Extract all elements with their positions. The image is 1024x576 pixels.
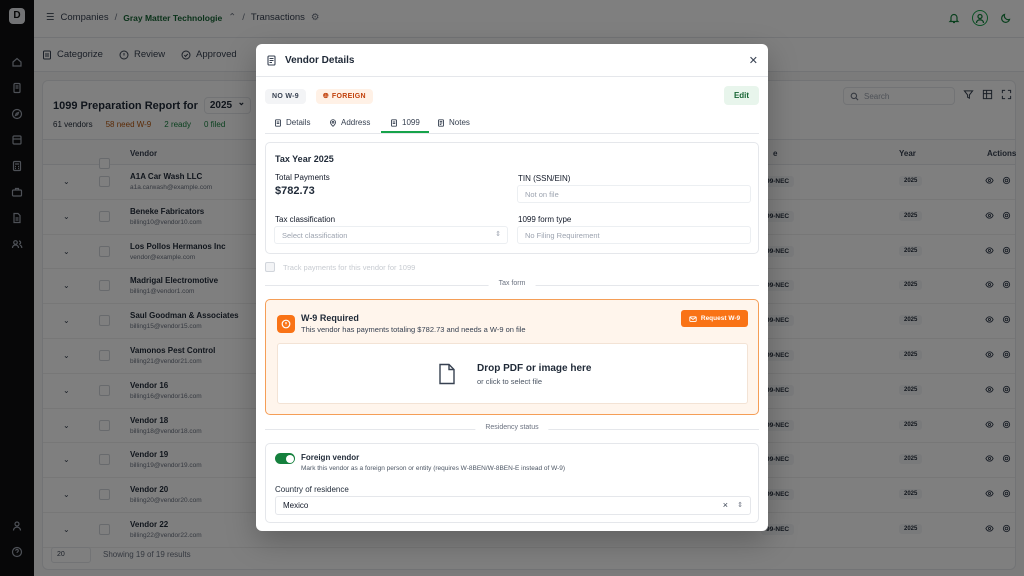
file-icon xyxy=(438,363,456,385)
modal-tabs: Details Address 1099 Notes xyxy=(265,114,759,134)
tab-1099-label: 1099 xyxy=(402,118,420,127)
form-type-field: No Filing Requirement xyxy=(517,226,751,244)
receipt-icon xyxy=(391,118,397,127)
foreign-badge-label: FOREIGN xyxy=(331,93,366,100)
tax-year-title: Tax Year 2025 xyxy=(275,154,334,164)
no-w9-badge: NO W-9 xyxy=(265,89,306,104)
track-payments-row: Track payments for this vendor for 1099 xyxy=(265,262,415,272)
residency-card: Foreign vendor Mark this vendor as a for… xyxy=(265,443,759,523)
modal-header: Vendor Details ✕ xyxy=(256,44,768,77)
track-payments-label: Track payments for this vendor for 1099 xyxy=(283,262,416,272)
edit-button[interactable]: Edit xyxy=(724,86,759,105)
file-dropzone[interactable]: Drop PDF or image here or click to selec… xyxy=(277,343,748,404)
document-icon xyxy=(266,55,277,66)
country-label: Country of residence xyxy=(275,485,349,494)
w9-title: W-9 Required xyxy=(301,313,359,323)
request-w9-button[interactable]: Request W-9 xyxy=(681,310,748,327)
file-icon xyxy=(275,118,281,127)
chevron-updown-icon[interactable]: ⇕ xyxy=(737,501,743,509)
globe-icon: 🌐︎ xyxy=(323,92,329,100)
dropzone-subtitle: or click to select file xyxy=(477,377,543,386)
tax-form-divider-label: Tax form xyxy=(488,280,536,287)
foreign-vendor-label: Foreign vendor xyxy=(301,453,360,462)
form-type-value: No Filing Requirement xyxy=(525,231,600,240)
country-select[interactable]: Mexico × ⇕ xyxy=(275,496,751,515)
modal-body: Tax Year 2025 Total Payments $782.73 TIN… xyxy=(256,136,768,531)
total-payments-value: $782.73 xyxy=(275,185,315,197)
dropzone-title: Drop PDF or image here xyxy=(477,363,592,374)
tab-notes[interactable]: Notes xyxy=(437,118,470,127)
mail-icon xyxy=(689,315,697,322)
modal-title: Vendor Details xyxy=(285,55,355,66)
tax-classification-placeholder: Select classification xyxy=(282,231,348,240)
notes-icon xyxy=(438,118,444,127)
tab-address-label: Address xyxy=(341,118,371,127)
tab-details-label: Details xyxy=(286,118,311,127)
tax-form-divider: Tax form xyxy=(265,280,759,290)
residency-divider-label: Residency status xyxy=(475,424,549,431)
foreign-vendor-description: Mark this vendor as a foreign person or … xyxy=(301,465,566,472)
close-icon[interactable]: ✕ xyxy=(749,54,758,67)
location-pin-icon xyxy=(330,118,336,127)
request-w9-label: Request W-9 xyxy=(700,315,741,322)
track-payments-checkbox[interactable] xyxy=(265,262,275,272)
vendor-details-modal: Vendor Details ✕ NO W-9 🌐︎ FOREIGN Edit D… xyxy=(256,44,768,531)
foreign-vendor-toggle[interactable] xyxy=(275,453,295,464)
tab-address[interactable]: Address xyxy=(329,118,370,127)
tin-field[interactable]: Not on file xyxy=(517,185,751,203)
tin-placeholder: Not on file xyxy=(525,190,559,199)
chevron-updown-icon: ⇕ xyxy=(495,231,501,238)
tax-classification-select[interactable]: Select classification ⇕ xyxy=(274,226,508,244)
tin-label: TIN (SSN/EIN) xyxy=(518,174,571,183)
w9-subtitle: This vendor has payments totaling $782.7… xyxy=(301,325,526,334)
country-value: Mexico xyxy=(283,501,309,510)
clear-icon[interactable]: × xyxy=(723,500,728,510)
foreign-badge: 🌐︎ FOREIGN xyxy=(316,89,373,104)
form-type-label: 1099 form type xyxy=(518,215,572,224)
tab-notes-label: Notes xyxy=(449,118,470,127)
w9-required-card: W-9 Required This vendor has payments to… xyxy=(265,299,759,415)
residency-divider: Residency status xyxy=(265,424,759,434)
warning-icon xyxy=(277,315,295,333)
tax-year-card: Tax Year 2025 Total Payments $782.73 TIN… xyxy=(265,142,759,254)
tax-classification-label: Tax classification xyxy=(275,215,336,224)
total-payments-label: Total Payments xyxy=(275,173,330,182)
tab-details[interactable]: Details xyxy=(274,118,310,127)
tab-1099[interactable]: 1099 xyxy=(381,118,429,133)
